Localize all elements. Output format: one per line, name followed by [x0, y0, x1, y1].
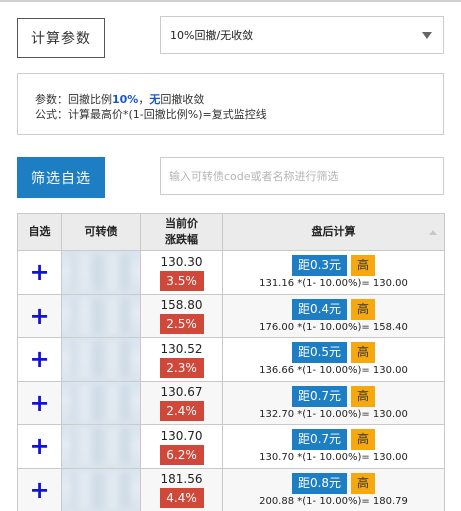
price-cell: 130.52 2.3% — [140, 337, 223, 382]
price-cell: 130.30 3.5% — [140, 250, 223, 295]
bond-name-cell — [61, 424, 141, 469]
formula-line: 公式：计算最高价*(1-回撤比例%)=复式监控线 — [35, 108, 267, 121]
blurred-bond-name — [71, 297, 131, 334]
current-price: 130.52 — [160, 341, 203, 356]
bond-name-cell — [61, 250, 141, 295]
add-cell: + — [17, 467, 62, 511]
add-cell: + — [17, 293, 62, 338]
high-badge[interactable]: 高 — [351, 342, 376, 364]
add-cell: + — [17, 250, 62, 295]
calc-formula: 136.66 *(1- 10.00%)= 130.00 — [259, 365, 408, 377]
high-badge[interactable]: 高 — [351, 472, 376, 494]
current-price: 181.56 — [160, 472, 203, 487]
distance-badge[interactable]: 距0.7元 — [291, 429, 348, 451]
change-badge: 4.4% — [159, 488, 204, 509]
add-to-watchlist-icon[interactable]: + — [29, 258, 49, 286]
add-cell: + — [17, 380, 62, 425]
header-bond: 可转债 — [61, 213, 141, 251]
price-cell: 130.70 6.2% — [140, 424, 223, 469]
header-price: 当前价 涨跌幅 — [140, 213, 223, 251]
bond-name-cell — [61, 337, 141, 382]
table-row: +130.67 2.4% 距0.7元高 132.70 *(1- 10.00%)= 13… — [17, 380, 445, 425]
high-badge[interactable]: 高 — [351, 298, 376, 320]
distance-badge[interactable]: 距0.8元 — [291, 472, 348, 494]
add-to-watchlist-icon[interactable]: + — [29, 302, 49, 330]
high-badge[interactable]: 高 — [351, 429, 376, 451]
bond-search-input[interactable] — [160, 157, 444, 195]
drawdown-select[interactable]: 10%回撤/无收敛 — [160, 16, 444, 54]
blurred-bond-name — [71, 384, 131, 421]
current-price: 130.70 — [160, 428, 203, 443]
calc-formula: 130.70 *(1- 10.00%)= 130.00 — [259, 452, 408, 464]
table-header-row: 自选 可转债 当前价 涨跌幅 盘后计算 — [17, 213, 445, 251]
high-badge[interactable]: 高 — [351, 385, 376, 407]
chevron-down-icon — [422, 32, 432, 39]
add-cell: + — [17, 337, 62, 382]
calc-formula: 176.00 *(1- 10.00%)= 158.40 — [259, 321, 408, 333]
calc-formula: 200.88 *(1- 10.00%)= 180.79 — [259, 495, 408, 507]
params-info-panel: 参数：回撤比例10%，无回撤收敛 公式：计算最高价*(1-回撤比例%)=复式监控… — [17, 73, 444, 135]
header-select: 自选 — [17, 213, 62, 251]
distance-badge[interactable]: 距0.5元 — [291, 342, 348, 364]
add-cell: + — [17, 424, 62, 469]
table-row: +158.80 2.5% 距0.4元高 176.00 *(1- 10.00%)= 15… — [17, 293, 445, 338]
distance-badge[interactable]: 距0.7元 — [291, 385, 348, 407]
add-to-watchlist-icon[interactable]: + — [29, 389, 49, 417]
change-badge: 2.5% — [159, 314, 204, 335]
drawdown-select-value: 10%回撤/无收敛 — [170, 29, 254, 42]
current-price: 158.80 — [160, 298, 203, 313]
bond-name-cell — [61, 293, 141, 338]
calc-formula: 131.16 *(1- 10.00%)= 130.00 — [259, 278, 408, 290]
table-row: +130.52 2.3% 距0.5元高 136.66 *(1- 10.00%)= 13… — [17, 337, 445, 382]
add-to-watchlist-icon[interactable]: + — [29, 476, 49, 504]
calc-cell: 距0.3元高 131.16 *(1- 10.00%)= 130.00 — [222, 250, 445, 295]
top-divider — [0, 0, 461, 2]
distance-badge[interactable]: 距0.3元 — [291, 255, 348, 277]
blurred-bond-name — [71, 341, 131, 378]
filter-watchlist-button[interactable]: 筛选自选 — [17, 157, 105, 198]
change-badge: 2.4% — [159, 401, 204, 422]
header-calc[interactable]: 盘后计算 — [222, 213, 445, 251]
bond-name-cell — [61, 467, 141, 511]
table-row: +181.56 4.4% 距0.8元高 200.88 *(1- 10.00%)= 18… — [17, 467, 445, 511]
current-price: 130.30 — [160, 254, 203, 269]
change-badge: 2.3% — [159, 357, 204, 378]
bond-name-cell — [61, 380, 141, 425]
distance-badge[interactable]: 距0.4元 — [291, 298, 348, 320]
blurred-bond-name — [71, 471, 131, 508]
calc-cell: 距0.5元高 136.66 *(1- 10.00%)= 130.00 — [222, 337, 445, 382]
price-cell: 181.56 4.4% — [140, 467, 223, 511]
change-badge: 6.2% — [159, 444, 204, 465]
calc-cell: 距0.7元高 132.70 *(1- 10.00%)= 130.00 — [222, 380, 445, 425]
bond-table: 自选 可转债 当前价 涨跌幅 盘后计算 +130.30 3.5% 距0.3元高 131.… — [17, 213, 445, 511]
calc-cell: 距0.4元高 176.00 *(1- 10.00%)= 158.40 — [222, 293, 445, 338]
add-to-watchlist-icon[interactable]: + — [29, 345, 49, 373]
calc-cell: 距0.8元高 200.88 *(1- 10.00%)= 180.79 — [222, 467, 445, 511]
sort-icon[interactable] — [429, 230, 437, 235]
params-line: 参数：回撤比例10%，无回撤收敛 — [35, 93, 205, 106]
table-row: +130.30 3.5% 距0.3元高 131.16 *(1- 10.00%)= 13… — [17, 250, 445, 295]
high-badge[interactable]: 高 — [351, 255, 376, 277]
add-to-watchlist-icon[interactable]: + — [29, 432, 49, 460]
change-badge: 3.5% — [159, 270, 204, 291]
calc-formula: 132.70 *(1- 10.00%)= 130.00 — [259, 408, 408, 420]
blurred-bond-name — [71, 428, 131, 465]
price-cell: 130.67 2.4% — [140, 380, 223, 425]
current-price: 130.67 — [160, 385, 203, 400]
calc-cell: 距0.7元高 130.70 *(1- 10.00%)= 130.00 — [222, 424, 445, 469]
price-cell: 158.80 2.5% — [140, 293, 223, 338]
blurred-bond-name — [71, 254, 131, 291]
calc-params-button[interactable]: 计算参数 — [17, 18, 105, 58]
table-row: +130.70 6.2% 距0.7元高 130.70 *(1- 10.00%)= 13… — [17, 424, 445, 469]
